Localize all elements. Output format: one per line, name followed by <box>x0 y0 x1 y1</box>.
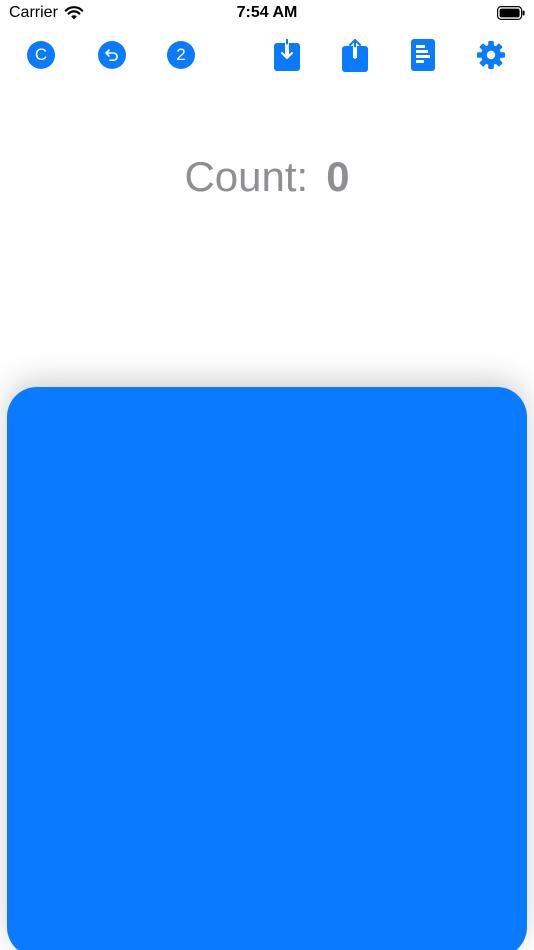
document-bars-icon <box>411 39 435 71</box>
count-label: Count: <box>184 153 309 200</box>
clear-button[interactable]: C <box>22 36 60 74</box>
status-time: 7:54 AM <box>236 4 298 21</box>
step-label: 2 <box>167 41 195 69</box>
undo-button[interactable] <box>93 36 131 74</box>
step-button[interactable]: 2 <box>162 36 200 74</box>
battery-icon <box>497 6 525 20</box>
counter-screen: Carrier 7:54 AM C 2 Count: 0 <box>0 0 534 950</box>
undo-arrow-icon <box>98 41 126 69</box>
share-button[interactable] <box>336 36 374 74</box>
gear-icon <box>477 41 505 69</box>
report-button[interactable] <box>404 36 442 74</box>
count-value: 0 <box>326 153 350 200</box>
settings-button[interactable] <box>472 36 510 74</box>
status-bar: Carrier 7:54 AM <box>0 0 534 28</box>
tap-to-count-pad[interactable] <box>7 387 527 950</box>
download-tray-icon <box>274 39 300 71</box>
count-display: Count: 0 <box>0 152 534 202</box>
toolbar: C 2 <box>0 36 534 74</box>
share-icon <box>342 39 368 72</box>
clear-label: C <box>27 41 55 69</box>
import-button[interactable] <box>268 36 306 74</box>
